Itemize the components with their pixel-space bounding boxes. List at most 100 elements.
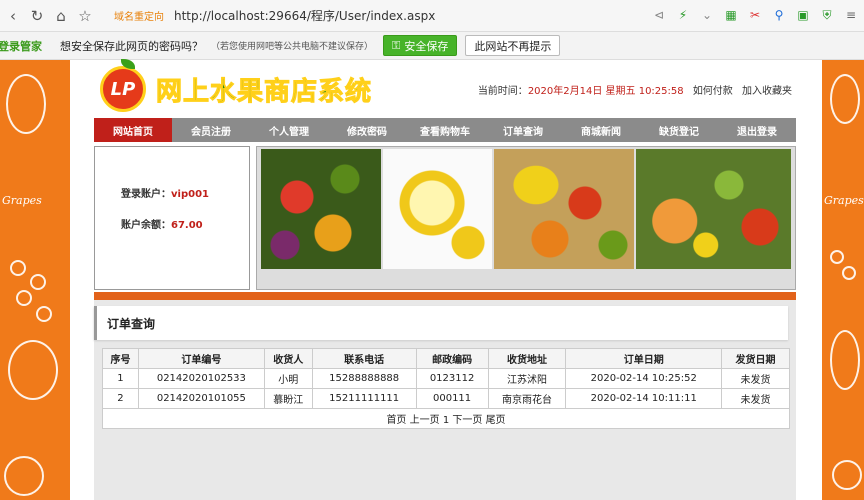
col-header-order-date: 订单日期 — [565, 348, 723, 369]
cell-address: 南京雨花台 — [487, 388, 567, 409]
right-side-banner: Grapes — [816, 60, 864, 500]
how-to-pay-link[interactable]: 如何付款 — [693, 86, 733, 97]
account-box: 登录账户：vip001 账户余额：67.00 — [94, 146, 250, 290]
cell-recipient: 小明 — [263, 368, 313, 389]
divider-bar — [94, 292, 796, 300]
menu-item-cart[interactable]: 查看购物车 — [406, 118, 484, 142]
side-frame — [816, 60, 822, 500]
page-container: LP 网上水果商店系统 当前时间：2020年2月14日 星期五 10:25:58… — [86, 59, 804, 500]
grapes-caption: Grapes — [824, 194, 864, 207]
fruit-outline — [830, 330, 860, 390]
cell-order-no: 02142020102533 — [137, 368, 265, 389]
back-icon[interactable]: ‹ — [2, 5, 24, 27]
col-header-phone: 联系电话 — [311, 348, 417, 369]
search-icon[interactable]: ⚲ — [770, 5, 788, 25]
account-user-label: 登录账户： — [121, 189, 171, 200]
fruit-outline — [832, 460, 862, 490]
cell-postcode: 000111 — [415, 388, 489, 409]
col-header-ship-date: 发货日期 — [721, 348, 790, 369]
pear-outline — [830, 74, 860, 124]
menu-item-logout[interactable]: 退出登录 — [718, 118, 796, 142]
logo-letters: LP — [110, 78, 136, 100]
account-user-row: 登录账户：vip001 — [121, 185, 249, 200]
pager-last[interactable]: 尾页 — [486, 415, 506, 426]
side-frame — [70, 60, 76, 500]
menu-item-home[interactable]: 网站首页 — [94, 118, 172, 142]
redirect-label: 域名重定向 — [114, 12, 164, 23]
pager-next[interactable]: 下一页 — [452, 415, 482, 426]
fruit-banner — [256, 146, 796, 290]
pear-outline — [6, 74, 46, 134]
refresh-icon[interactable]: ↻ — [26, 5, 48, 27]
menu-item-orders[interactable]: 订单查询 — [484, 118, 562, 142]
pager-prev[interactable]: 上一页 — [410, 415, 440, 426]
col-header-order-no: 订单编号 — [137, 348, 265, 369]
password-manager-label: 登录管家 — [0, 39, 42, 53]
cell-index: 2 — [102, 388, 139, 409]
cell-phone: 15288888888 — [311, 368, 417, 389]
col-header-address: 收货地址 — [487, 348, 567, 369]
cell-recipient: 慕盼江 — [263, 388, 313, 409]
table-row[interactable]: 1 02142020102533 小明 15288888888 0123112 … — [102, 368, 790, 389]
main-menu: 网站首页 会员注册 个人管理 修改密码 查看购物车 订单查询 商城新闻 缺货登记… — [94, 118, 796, 142]
logo-icon: LP — [100, 59, 146, 112]
translate-icon[interactable]: ▦ — [722, 5, 740, 25]
star-icon[interactable]: ☆ — [74, 5, 96, 27]
shield-icon[interactable]: ⛨ — [818, 5, 836, 25]
cell-order-date: 2020-02-14 10:11:11 — [565, 388, 723, 409]
menu-item-profile[interactable]: 个人管理 — [250, 118, 328, 142]
account-balance-label: 账户余额： — [121, 220, 171, 231]
fruit-outline — [8, 340, 58, 400]
menu-item-register[interactable]: 会员注册 — [172, 118, 250, 142]
password-note: （若您使用网吧等公共电脑不建议保存） — [211, 42, 374, 52]
save-password-label: 安全保存 — [404, 39, 449, 53]
cell-order-date: 2020-02-14 10:25:52 — [565, 368, 723, 389]
grape-outline — [830, 250, 844, 264]
chevron-down-icon[interactable]: ⌄ — [698, 5, 716, 25]
password-prompt-bar: 登录管家 想安全保存此网页的密码吗？ （若您使用网吧等公共电脑不建议保存） ⚿ … — [0, 32, 864, 60]
fruit-image-1 — [261, 149, 381, 269]
flash-icon[interactable]: ⚡ — [674, 5, 692, 25]
home-icon[interactable]: ⌂ — [50, 5, 72, 27]
grape-outline — [10, 260, 26, 276]
cell-order-no: 02142020101055 — [137, 388, 265, 409]
grapes-caption: Grapes — [2, 194, 42, 207]
cell-phone: 15211111111 — [311, 388, 417, 409]
header-info: 当前时间：2020年2月14日 星期五 10:25:58 如何付款 加入收藏夹 — [478, 82, 792, 97]
fruit-outline — [4, 456, 44, 496]
key-icon: ⚿ — [392, 38, 401, 52]
account-user-value: vip001 — [171, 189, 209, 200]
top-panel: 登录账户：vip001 账户余额：67.00 — [94, 146, 796, 292]
cell-ship-status: 未发货 — [721, 388, 790, 409]
save-password-button[interactable]: ⚿ 安全保存 — [383, 35, 458, 56]
fruit-image-3 — [494, 149, 634, 269]
never-prompt-button[interactable]: 此网站不再提示 — [465, 35, 561, 56]
account-balance-value: 67.00 — [171, 220, 203, 231]
scissors-icon[interactable]: ✂ — [746, 5, 764, 25]
menu-item-change-password[interactable]: 修改密码 — [328, 118, 406, 142]
pager-first[interactable]: 首页 — [386, 415, 406, 426]
account-balance-row: 账户余额：67.00 — [121, 216, 249, 231]
add-favorite-link[interactable]: 加入收藏夹 — [742, 86, 792, 97]
menu-item-news[interactable]: 商城新闻 — [562, 118, 640, 142]
password-question: 想安全保存此网页的密码吗？ — [60, 39, 203, 53]
game-icon[interactable]: ▣ — [794, 5, 812, 25]
grape-outline — [36, 306, 52, 322]
orders-section-title: 订单查询 — [94, 306, 788, 340]
browser-toolbar: ‹ ↻ ⌂ ☆ 域名重定向 http://localhost:29664/程序/… — [0, 0, 864, 32]
table-row[interactable]: 2 02142020101055 慕盼江 15211111111 000111 … — [102, 388, 790, 409]
table-header-row: 序号 订单编号 收货人 联系电话 邮政编码 收货地址 订单日期 发货日期 — [102, 348, 790, 369]
cell-index: 1 — [102, 368, 139, 389]
time-prefix: 当前时间： — [477, 86, 528, 97]
pager: 首页 上一页 1 下一页 尾页 — [102, 408, 790, 429]
menu-icon[interactable]: ≡ — [842, 5, 860, 25]
grape-outline — [842, 266, 856, 280]
pager-current: 1 — [442, 415, 450, 426]
menu-item-stockout[interactable]: 缺货登记 — [640, 118, 718, 142]
current-date: 2020年2月14日 星期五 10:25:58 — [527, 86, 684, 97]
left-side-banner: Grapes — [0, 60, 76, 500]
share-icon[interactable]: ⊲ — [650, 5, 668, 25]
orders-table: 序号 订单编号 收货人 联系电话 邮政编码 收货地址 订单日期 发货日期 1 0… — [102, 348, 790, 429]
site-logo[interactable]: LP 网上水果商店系统 — [100, 59, 372, 112]
address-url[interactable]: http://localhost:29664/程序/User/index.asp… — [174, 7, 435, 24]
